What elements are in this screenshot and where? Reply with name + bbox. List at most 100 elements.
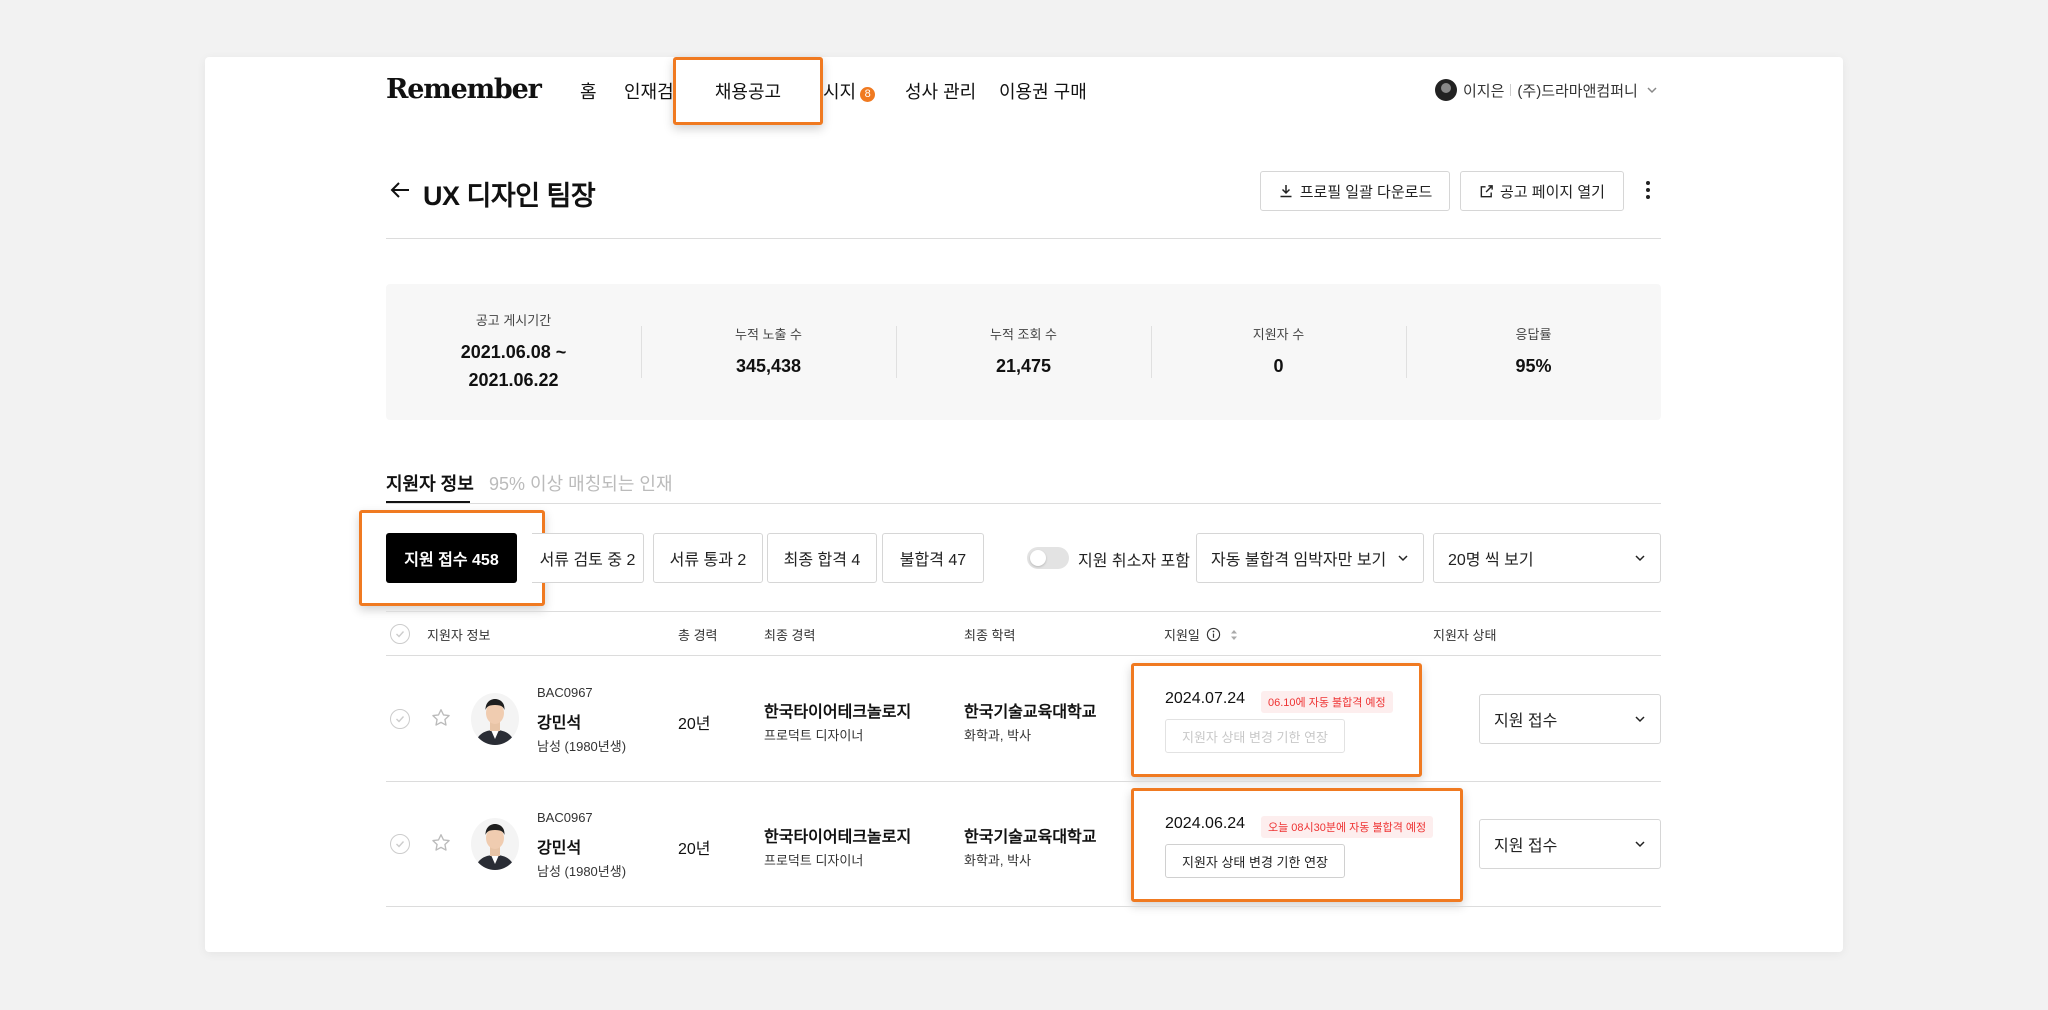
stat-exposures: 누적 노출 수 345,438: [641, 324, 896, 381]
applicant-gender-birth: 남성 (1980년생): [537, 739, 627, 754]
page-title: UX 디자인 팀장: [423, 181, 596, 211]
stat-views: 누적 조회 수 21,475: [896, 324, 1151, 381]
stat-exposures-value: 345,438: [735, 355, 802, 376]
select-all-checkbox[interactable]: [390, 624, 410, 644]
company-name: (주)드라마앤컴퍼니: [1517, 82, 1638, 100]
remember-logo[interactable]: Remember: [386, 74, 542, 105]
filter-final-pass-button[interactable]: 최종 합격 4: [767, 533, 877, 583]
message-count-badge: 8: [860, 87, 876, 102]
column-last-career: 최종 경력: [764, 628, 816, 643]
stat-period-end: 2021.06.22: [468, 369, 559, 390]
stat-response-rate: 응답률 95%: [1406, 324, 1661, 381]
applicant-status-select[interactable]: 지원 접수: [1479, 694, 1661, 744]
auto-reject-filter-value: 자동 불합격 임박자만 보기: [1211, 552, 1387, 569]
user-menu[interactable]: 이지은 (주)드라마앤컴퍼니: [1435, 79, 1658, 101]
applicant-status-value: 지원 접수: [1494, 713, 1558, 730]
column-last-education: 최종 학력: [964, 628, 1016, 643]
download-profiles-label: 프로필 일괄 다운로드: [1299, 183, 1433, 201]
auto-reject-filter-select[interactable]: 자동 불합격 임박자만 보기: [1196, 533, 1424, 583]
nav-messages[interactable]: 시지 8: [823, 78, 876, 104]
open-posting-page-button[interactable]: 공고 페이지 열기: [1460, 171, 1624, 211]
chevron-down-icon: [1635, 841, 1645, 848]
header-divider: [386, 238, 1661, 239]
stat-applicants: 지원자 수 0: [1151, 324, 1406, 381]
last-major: 화학과, 박사: [964, 728, 1032, 743]
nav-deal-management[interactable]: 성사 관리: [905, 78, 976, 104]
include-cancelled-toggle[interactable]: [1027, 547, 1069, 569]
filter-rejected-button[interactable]: 불합격 47: [882, 533, 984, 583]
extend-deadline-button[interactable]: 지원자 상태 변경 기한 연장: [1165, 844, 1345, 878]
applicant-name[interactable]: 강민석: [537, 834, 581, 858]
tab-applicant-info[interactable]: 지원자 정보: [386, 470, 474, 496]
stat-applicants-value: 0: [1273, 355, 1284, 376]
include-cancelled-label: 지원 취소자 포함: [1078, 553, 1190, 570]
stat-applicants-label: 지원자 수: [1252, 326, 1305, 342]
check-icon: [396, 631, 405, 638]
stat-views-value: 21,475: [995, 355, 1052, 376]
applicant-name[interactable]: 강민석: [537, 709, 581, 733]
total-experience: 20년: [678, 841, 711, 858]
nav-job-postings[interactable]: 채용공고: [673, 57, 823, 125]
applicant-avatar: [471, 693, 519, 745]
column-status: 지원자 상태: [1433, 628, 1497, 643]
user-avatar: [1435, 79, 1457, 101]
last-role: 프로덕트 디자이너: [764, 853, 864, 868]
applicant-status-value: 지원 접수: [1494, 838, 1558, 855]
extend-deadline-button[interactable]: 지원자 상태 변경 기한 연장: [1165, 719, 1345, 753]
applicant-code: BAC0967: [537, 810, 593, 825]
nav-purchase-pass[interactable]: 이용권 구매: [999, 78, 1087, 104]
stat-period-start: 2021.06.08 ~: [460, 341, 567, 362]
tab-matching-talent[interactable]: 95% 이상 매칭되는 인재: [489, 470, 673, 496]
star-icon[interactable]: [430, 832, 452, 854]
filter-reviewing-button[interactable]: 서류 검토 중 2: [532, 533, 644, 583]
stat-views-label: 누적 조회 수: [989, 326, 1058, 342]
last-company: 한국타이어테크놀로지: [764, 829, 912, 846]
applicant-status-select[interactable]: 지원 접수: [1479, 819, 1661, 869]
back-arrow-icon[interactable]: [388, 178, 412, 202]
download-profiles-button[interactable]: 프로필 일괄 다운로드: [1260, 171, 1450, 211]
auto-reject-warning-badge: 오늘 08시30분에 자동 불합격 예정: [1261, 816, 1434, 838]
open-posting-page-label: 공고 페이지 열기: [1500, 183, 1605, 201]
column-applied-date[interactable]: 지원일: [1164, 625, 1239, 644]
chevron-down-icon: [1635, 555, 1645, 562]
last-school: 한국기술교육대학교: [964, 704, 1097, 721]
chevron-down-icon: [1647, 87, 1657, 94]
column-applied-date-label: 지원일: [1164, 628, 1200, 643]
auto-reject-warning-badge: 06.10에 자동 불합격 예정: [1261, 691, 1393, 713]
column-total-experience: 총 경력: [678, 628, 718, 643]
tabs-divider: [386, 503, 1661, 504]
download-icon: [1280, 185, 1292, 198]
nav-home[interactable]: 홈: [580, 78, 597, 104]
sort-icon[interactable]: [1229, 628, 1239, 642]
posting-stats-panel: 공고 게시기간 2021.06.08 ~ 2021.06.22 누적 노출 수 …: [386, 284, 1661, 420]
divider: [1510, 84, 1512, 96]
table-bottom-divider: [386, 906, 1661, 907]
filter-received-button[interactable]: 지원 접수 458: [386, 533, 517, 583]
nav-talent-search[interactable]: 인재검: [624, 78, 674, 104]
column-applicant-info: 지원자 정보: [427, 628, 491, 643]
table-header-divider: [386, 655, 1661, 656]
row-divider: [386, 781, 1661, 782]
applicant-avatar: [471, 818, 519, 870]
row-checkbox[interactable]: [390, 709, 410, 729]
star-icon[interactable]: [430, 707, 452, 729]
more-options-icon[interactable]: [1640, 178, 1656, 202]
total-experience: 20년: [678, 716, 711, 733]
page-size-select[interactable]: 20명 씩 보기: [1433, 533, 1661, 583]
check-icon: [396, 716, 405, 723]
stat-response-rate-value: 95%: [1515, 355, 1552, 376]
info-icon[interactable]: [1206, 627, 1221, 642]
applicant-code: BAC0967: [537, 685, 593, 700]
page-size-value: 20명 씩 보기: [1448, 552, 1534, 569]
last-major: 화학과, 박사: [964, 853, 1032, 868]
chevron-down-icon: [1635, 716, 1645, 723]
filter-docs-passed-button[interactable]: 서류 통과 2: [653, 533, 763, 583]
stat-response-rate-label: 응답률: [1515, 326, 1552, 342]
last-role: 프로덕트 디자이너: [764, 728, 864, 743]
applicant-gender-birth: 남성 (1980년생): [537, 864, 627, 879]
row-checkbox[interactable]: [390, 834, 410, 854]
check-icon: [396, 841, 405, 848]
chevron-down-icon: [1398, 555, 1408, 562]
applied-date: 2024.07.24: [1165, 690, 1246, 707]
active-tab-indicator: [386, 501, 470, 503]
